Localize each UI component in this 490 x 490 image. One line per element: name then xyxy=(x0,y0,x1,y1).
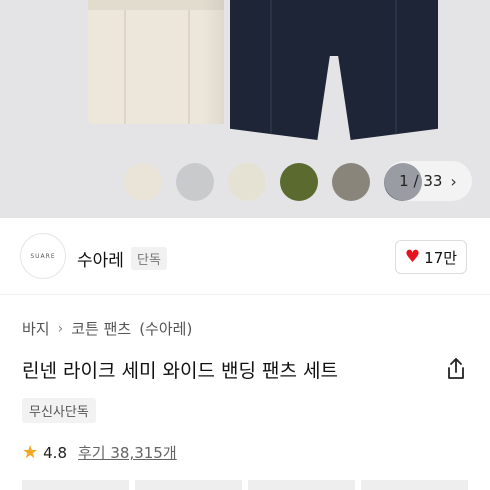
color-swatch-3[interactable] xyxy=(228,163,266,201)
brand-row: SUARE 수아레 단독 ♥ 17만 xyxy=(0,224,490,290)
product-image-gallery[interactable]: 1 / 33 › xyxy=(0,0,490,218)
rating-row: ★ 4.8 후기 38,315개 xyxy=(22,442,177,463)
product-image-navy-pants xyxy=(230,0,438,140)
brand-logo[interactable]: SUARE xyxy=(20,233,66,279)
image-counter-current: 1 xyxy=(399,172,409,190)
chevron-right-icon[interactable]: › xyxy=(450,172,456,191)
musinsa-exclusive-tag: 무신사단독 xyxy=(22,398,96,423)
brand-logo-text: SUARE xyxy=(30,252,56,260)
image-counter-total: 33 xyxy=(423,172,443,190)
content-preview-strip xyxy=(22,480,468,490)
divider xyxy=(0,294,490,295)
breadcrumb: 바지 › 코튼 팬츠 (수아레) xyxy=(22,318,192,339)
heart-icon: ♥ xyxy=(404,246,421,267)
image-counter-separator: / xyxy=(413,172,419,190)
breadcrumb-item-pants[interactable]: 바지 xyxy=(22,318,50,339)
color-swatch-1[interactable] xyxy=(124,163,162,201)
image-counter[interactable]: 1 / 33 › xyxy=(384,161,472,201)
color-swatch-5[interactable] xyxy=(332,163,370,201)
share-icon[interactable] xyxy=(444,356,468,382)
brand-name[interactable]: 수아레 xyxy=(77,246,124,271)
review-count-link[interactable]: 후기 38,315개 xyxy=(78,442,177,463)
breadcrumb-separator-icon: › xyxy=(57,320,64,337)
breadcrumb-item-brand[interactable]: (수아레) xyxy=(139,318,192,339)
brand-exclusive-badge: 단독 xyxy=(131,247,167,270)
star-icon: ★ xyxy=(22,441,39,463)
product-title: 린넨 라이크 세미 와이드 밴딩 팬츠 세트 xyxy=(22,360,338,382)
product-image-beige-pants xyxy=(88,0,224,124)
color-swatch-2[interactable] xyxy=(176,163,214,201)
breadcrumb-item-cotton-pants[interactable]: 코튼 팬츠 xyxy=(71,318,131,339)
like-count: 17만 xyxy=(424,248,458,267)
rating-value: 4.8 xyxy=(43,443,67,462)
color-swatch-4[interactable] xyxy=(280,163,318,201)
like-button[interactable]: ♥ 17만 xyxy=(395,240,467,274)
